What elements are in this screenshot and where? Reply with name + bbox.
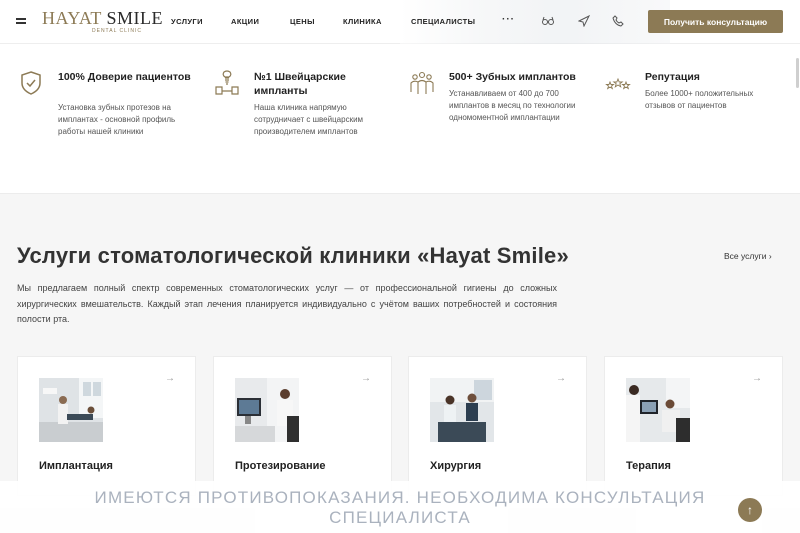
service-card-surgery[interactable]: → Хирургия xyxy=(408,356,587,496)
phone-icon[interactable] xyxy=(612,15,624,27)
nav-clinic[interactable]: Клиника xyxy=(343,17,382,26)
nav-specialists[interactable]: Специалисты xyxy=(411,17,475,26)
menu-icon[interactable] xyxy=(16,18,26,24)
glasses-icon[interactable] xyxy=(542,15,554,27)
nav-prices[interactable]: Цены xyxy=(290,17,315,26)
surgery-photo xyxy=(430,378,494,442)
consultation-button[interactable]: Получить консультацию xyxy=(648,10,783,33)
logo-subtitle: DENTAL CLINIC xyxy=(92,28,142,34)
people-icon xyxy=(410,71,434,94)
logo[interactable]: HAYAT SMILE DENTAL CLINIC xyxy=(42,9,163,34)
service-card-prosthetics[interactable]: → Протезирование xyxy=(213,356,392,496)
nav-promotions[interactable]: Акции xyxy=(231,17,259,26)
arrow-right-icon: → xyxy=(556,373,566,384)
nav-services[interactable]: Услуги xyxy=(171,17,203,26)
shield-check-icon xyxy=(21,71,41,95)
scrollbar-thumb[interactable] xyxy=(796,58,799,88)
features-section: 100% Доверие пациентов Установка зубных … xyxy=(0,44,800,194)
location-icon[interactable] xyxy=(578,15,590,27)
stars-icon xyxy=(605,77,631,90)
services-title: Услуги стоматологической клиники «Hayat … xyxy=(17,243,569,268)
prosthetics-photo xyxy=(235,378,299,442)
services-description: Мы предлагаем полный спектр современных … xyxy=(17,283,557,324)
therapy-photo xyxy=(626,378,690,442)
implantation-photo xyxy=(39,378,103,442)
implant-icon xyxy=(215,70,239,95)
disclaimer-banner: Имеются противопоказания. Необходима кон… xyxy=(0,481,800,533)
service-card-therapy[interactable]: → Терапия xyxy=(604,356,783,496)
disclaimer-text: Имеются противопоказания. Необходима кон… xyxy=(94,488,706,527)
more-menu-icon[interactable]: ··· xyxy=(502,14,515,25)
arrow-right-icon: → xyxy=(361,373,371,384)
arrow-right-icon: → xyxy=(165,373,175,384)
site-header: HAYAT SMILE DENTAL CLINIC Услуги Акции Ц… xyxy=(0,0,800,44)
arrow-right-icon: → xyxy=(752,373,762,384)
chevron-right-icon: › xyxy=(768,251,772,261)
scroll-to-top-button[interactable]: ↑ xyxy=(738,498,762,522)
all-services-link[interactable]: Все услуги › xyxy=(724,251,772,261)
arrow-up-icon: ↑ xyxy=(747,503,753,517)
service-card-implantation[interactable]: → Имплантация xyxy=(17,356,196,496)
